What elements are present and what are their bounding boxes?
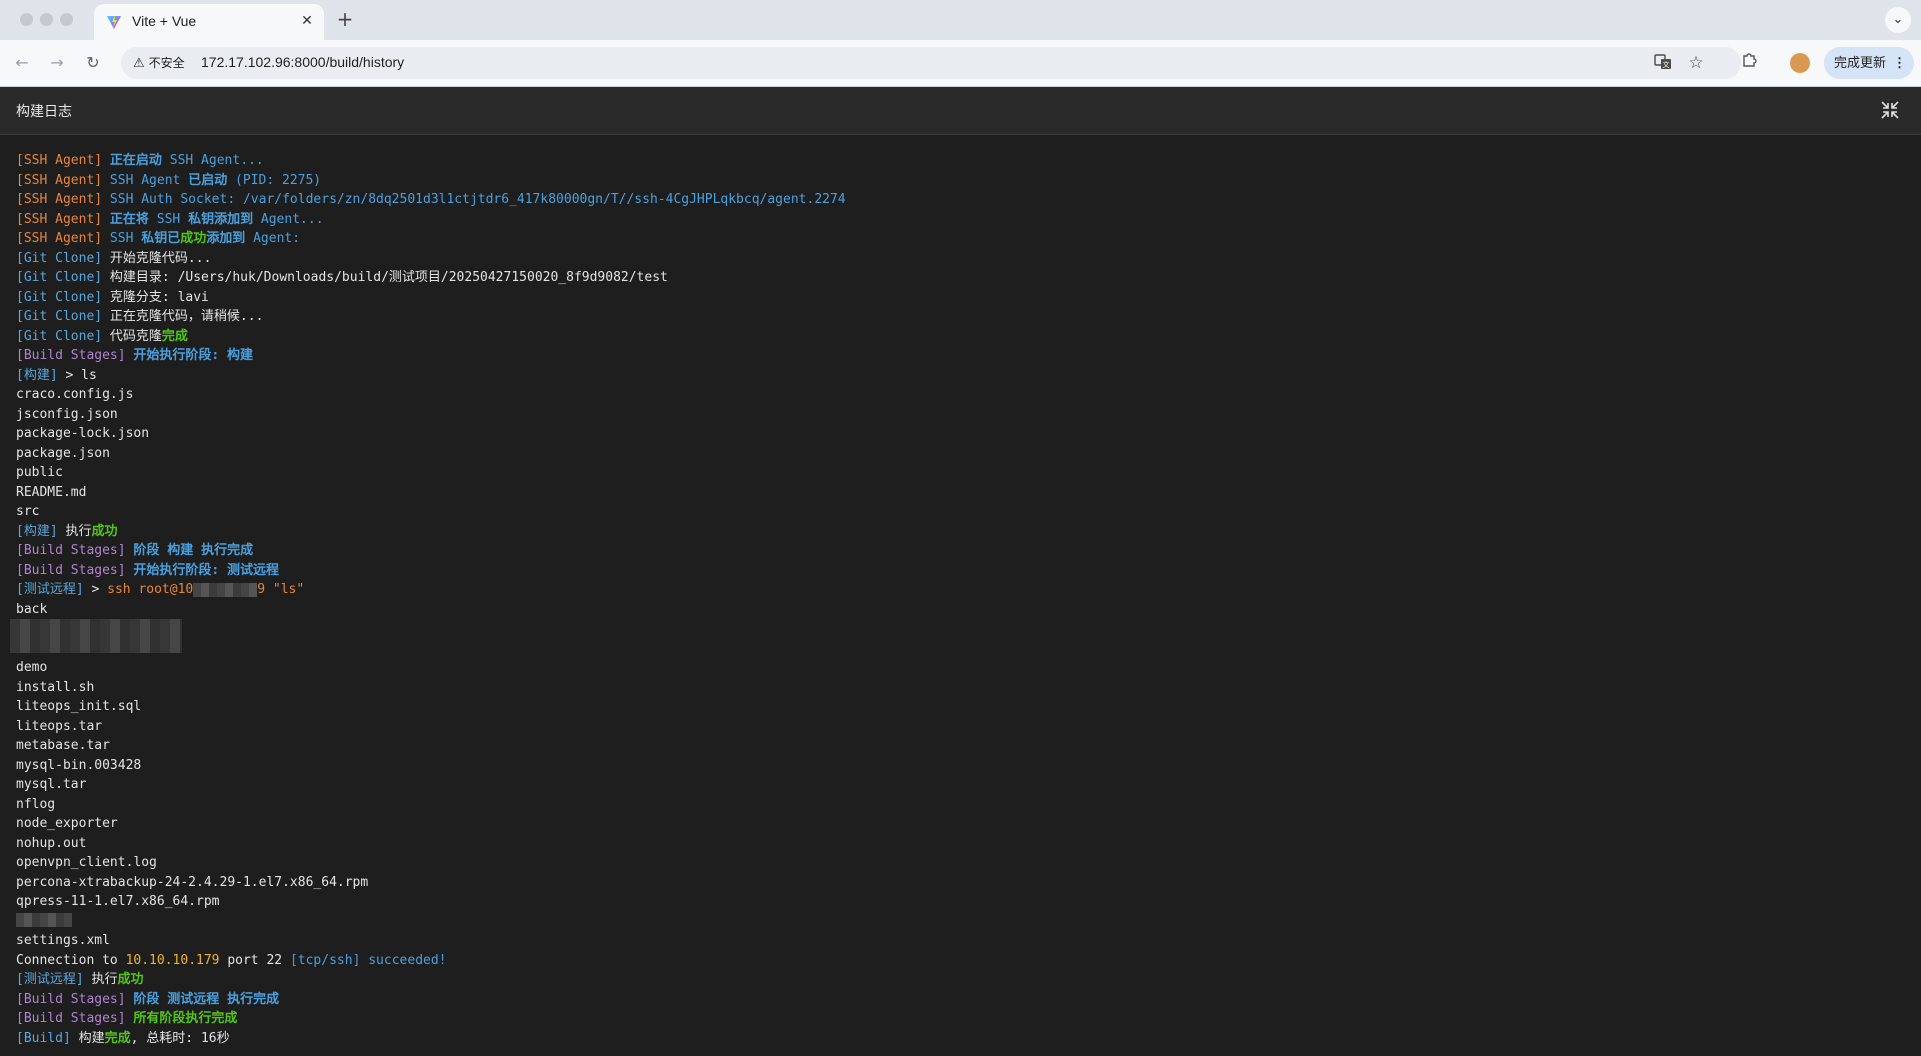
tab-search-chevron-icon[interactable]: ⌄ [1885, 7, 1911, 33]
new-tab-button[interactable]: + [334, 8, 356, 30]
build-log: [SSH Agent] 正在启动 SSH Agent... [SSH Agent… [10, 151, 1906, 1048]
file-item: node_exporter [16, 816, 118, 831]
file-item: percona-xtrabackup-24-2.4.29-1.el7.x86_6… [16, 874, 369, 890]
log-header: 构建日志 [0, 87, 1921, 135]
url-text[interactable]: 172.17.102.96:8000/build/history [201, 54, 404, 70]
file-item: mysql-bin.003428 [16, 757, 142, 773]
page-title: 构建日志 [16, 104, 72, 120]
log-line: [Git Clone] 正在克隆代码，请稍候... [16, 309, 264, 324]
log-line: [Build Stages] 开始执行阶段: 构建 [16, 348, 254, 363]
log-line: [测试远程] > ssh root@10 9 "ls" [16, 582, 305, 597]
tab-bar: Vite + Vue ✕ + ⌄ [0, 0, 1921, 40]
redacted-block [16, 912, 1906, 932]
browser-toolbar: ← → ↻ ⚠ 不安全 172.17.102.96:8000/build/hist… [0, 40, 1921, 87]
log-line: [Git Clone] 克隆分支: lavi [16, 289, 209, 305]
file-item: mysql.tar [16, 777, 87, 792]
security-chip[interactable]: ⚠ 不安全 [127, 51, 193, 75]
file-item: craco.config.js [16, 387, 134, 402]
log-line: [构建] 执行成功 [16, 523, 118, 539]
file-item: src [16, 504, 40, 519]
forward-arrow-icon[interactable]: → [46, 52, 68, 74]
log-line: [SSH Agent] 正在启动 SSH Agent... [16, 153, 264, 168]
translate-icon[interactable]: 文 [1653, 53, 1673, 73]
log-line: [Git Clone] 代码克隆完成 [16, 328, 188, 344]
reload-icon[interactable]: ↻ [82, 52, 104, 74]
close-window-icon[interactable] [20, 13, 33, 26]
svg-text:文: 文 [1663, 60, 1670, 69]
browser-tab[interactable]: Vite + Vue ✕ [94, 4, 324, 40]
redacted-mosaic [10, 619, 182, 653]
file-item: qpress-11-1.el7.x86_64.rpm [16, 894, 220, 909]
log-line: [SSH Agent] SSH 私钥已成功添加到 Agent: [16, 231, 301, 246]
log-line: [Git Clone] 开始克隆代码... [16, 250, 212, 266]
redacted-block [10, 619, 1906, 658]
log-line: [SSH Agent] SSH Auth Socket: /var/folder… [16, 192, 846, 207]
file-item: README.md [16, 484, 87, 500]
file-item: public [16, 465, 63, 480]
file-item: package.json [16, 445, 110, 461]
update-button[interactable]: 完成更新 ⋮ [1824, 47, 1914, 79]
file-item: liteops.tar [16, 718, 103, 734]
log-line: [SSH Agent] SSH Agent 已启动 (PID: 2275) [16, 172, 322, 188]
file-item: liteops_init.sql [16, 699, 142, 714]
log-line: [Build Stages] 所有阶段执行完成 [16, 1011, 238, 1026]
log-line: [SSH Agent] 正在将 SSH 私钥添加到 Agent... [16, 211, 324, 227]
file-item: demo [16, 660, 48, 675]
redacted-block [193, 582, 258, 597]
back-arrow-icon[interactable]: ← [11, 52, 33, 74]
file-item: package-lock.json [16, 426, 150, 441]
bookmark-star-icon[interactable]: ☆ [1686, 53, 1706, 73]
file-item: nohup.out [16, 835, 87, 851]
more-vertical-icon: ⋮ [1893, 55, 1906, 70]
log-line: [Build Stages] 阶段 构建 执行完成 [16, 543, 254, 558]
file-item: nflog [16, 796, 56, 812]
log-line: [Build Stages] 开始执行阶段: 测试远程 [16, 562, 280, 578]
file-item: metabase.tar [16, 738, 110, 753]
zoom-window-icon[interactable] [60, 13, 73, 26]
insecure-label: 不安全 [148, 56, 185, 70]
redacted-mosaic [16, 912, 72, 927]
extensions-puzzle-icon[interactable] [1738, 52, 1760, 74]
warning-triangle-icon: ⚠ [133, 55, 145, 70]
close-tab-icon[interactable]: ✕ [298, 12, 316, 30]
log-line: [构建] > ls [16, 367, 97, 383]
tab-title: Vite + Vue [132, 13, 197, 29]
log-line: [Build Stages] 阶段 测试远程 执行完成 [16, 991, 280, 1007]
log-line: Connection to 10.10.10.179 port 22 [tcp/… [16, 952, 447, 968]
log-line: [测试远程] 执行成功 [16, 972, 144, 987]
minimize-window-icon[interactable] [40, 13, 53, 26]
file-item: jsconfig.json [16, 406, 118, 422]
file-item: back [16, 601, 48, 617]
address-bar[interactable]: ⚠ 不安全 172.17.102.96:8000/build/history 文 … [121, 47, 1741, 79]
vite-logo-icon [107, 15, 121, 29]
file-item: openvpn_client.log [16, 855, 157, 870]
exit-fullscreen-icon[interactable] [1881, 101, 1899, 119]
file-item: install.sh [16, 679, 95, 695]
profile-avatar[interactable] [1790, 53, 1810, 73]
file-item: settings.xml [16, 933, 110, 948]
log-line: [Git Clone] 构建目录: /Users/huk/Downloads/b… [16, 270, 668, 285]
log-line: [Build] 构建完成, 总耗时: 16秒 [16, 1030, 230, 1046]
update-label: 完成更新 [1834, 55, 1887, 70]
